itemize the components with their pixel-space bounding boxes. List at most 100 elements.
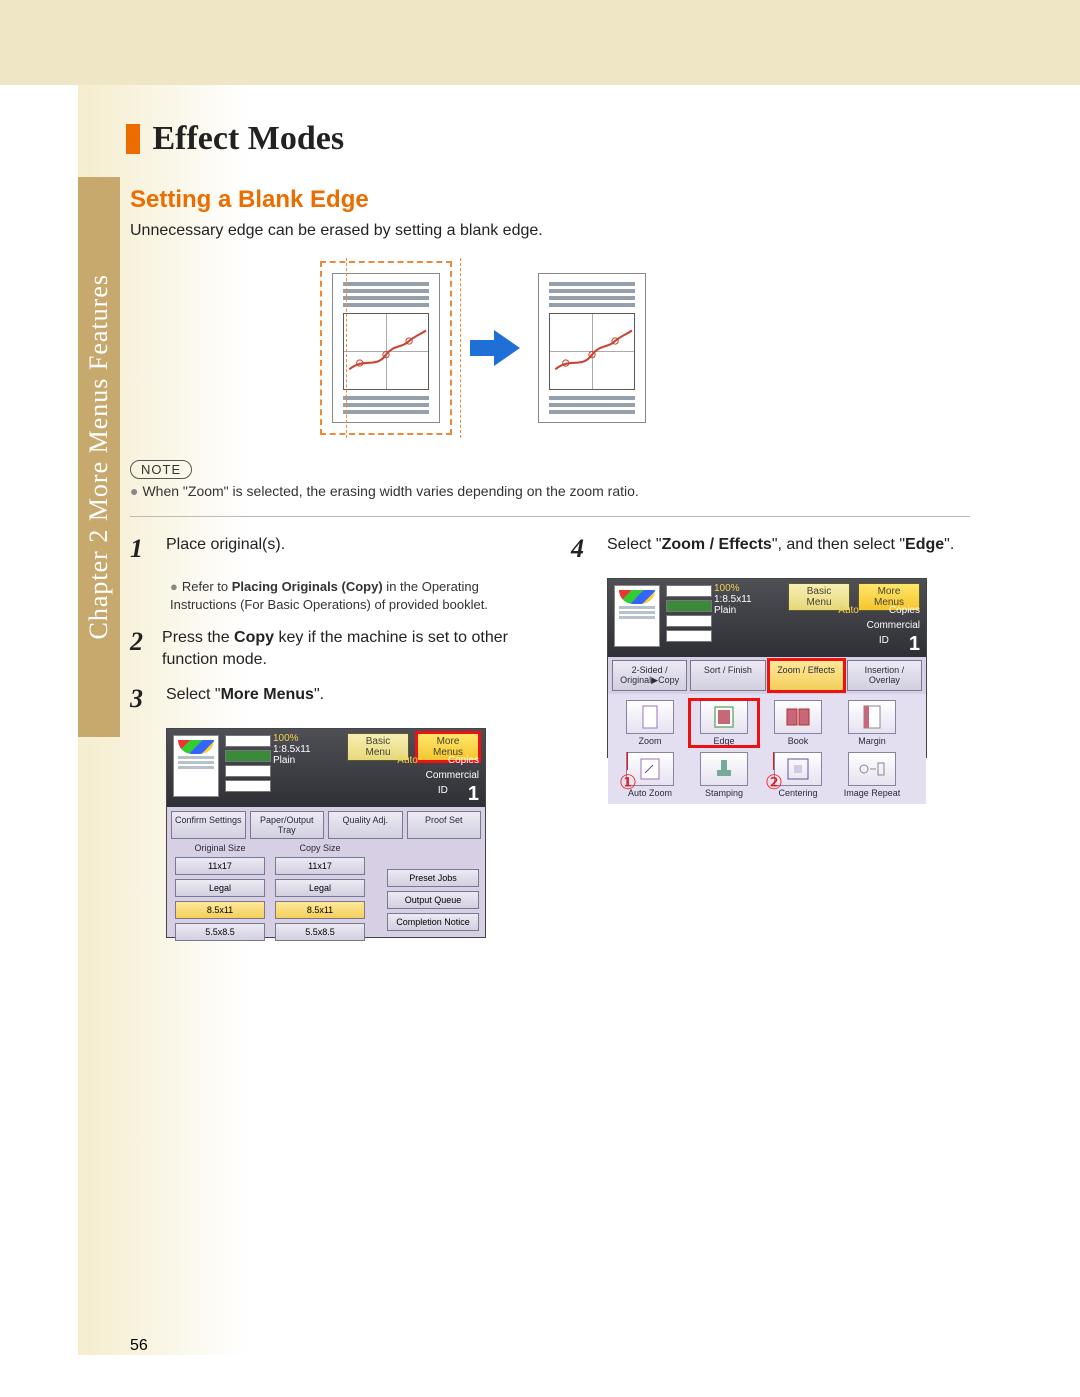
size-button-selected[interactable]: 8.5x11 (175, 901, 265, 919)
step-number: 3 (130, 684, 152, 714)
step-text: Select "More Menus". (166, 684, 324, 706)
step-text: Select "Zoom / Effects", and then select… (607, 534, 954, 556)
tab-sort-finish[interactable]: Sort / Finish (690, 660, 765, 691)
commercial-label: Commercial (426, 770, 479, 781)
id-label: ID (879, 635, 889, 656)
copies-count: 1 (909, 633, 920, 656)
book-label: Book (788, 736, 809, 746)
step3-bold: More Menus (221, 686, 314, 703)
before-doc-dashed (320, 261, 452, 435)
size-button[interactable]: 5.5x8.5 (175, 923, 265, 941)
subnote-prefix: Refer to (182, 579, 232, 594)
tab-zoom-effects[interactable]: Zoom / Effects (769, 660, 844, 691)
size-button-selected[interactable]: 8.5x11 (275, 901, 365, 919)
note-line: When "Zoom" is selected, the erasing wid… (142, 483, 638, 499)
edge-button[interactable] (700, 700, 748, 734)
book-button[interactable] (774, 700, 822, 734)
chapter-tab: Chapter 2 More Menus Features (78, 177, 120, 737)
step-1-subnote: ●Refer to Placing Originals (Copy) in th… (170, 578, 535, 613)
step-text: Place original(s). (166, 534, 285, 556)
before-doc (332, 273, 440, 423)
step-text: Press the Copy key if the machine is set… (162, 627, 535, 670)
original-size-label: Original Size (175, 843, 265, 853)
paper-output-tray-button[interactable]: Paper/Output Tray (250, 811, 325, 839)
column-icons (666, 585, 712, 651)
after-doc (538, 273, 646, 423)
step-3: 3 Select "More Menus". (130, 684, 535, 714)
book-icon (785, 707, 811, 727)
paper-size: 1:8.5x11 (714, 594, 752, 605)
output-queue-button[interactable]: Output Queue (387, 891, 479, 909)
step-1: 1 Place original(s). (130, 534, 535, 564)
section-subheading: Setting a Blank Edge (130, 186, 369, 214)
callout-1: ① (619, 770, 637, 795)
copies-count: 1 (468, 783, 479, 806)
size-button[interactable]: Legal (275, 879, 365, 897)
callouts: ① ② (607, 758, 976, 798)
step4-mid: ", and then select " (772, 536, 905, 553)
copies-label: Copies (448, 755, 479, 766)
step3-a: Select " (166, 686, 221, 703)
paper-label: 100% 1:8.5x11 Plain (714, 583, 752, 616)
step-number: 4 (571, 534, 593, 564)
margin-label: Margin (858, 736, 886, 746)
zoom-value: 100% (273, 733, 299, 744)
step4-b: ". (944, 536, 954, 553)
copies-label: Copies (889, 605, 920, 616)
size-button[interactable]: 11x17 (175, 857, 265, 875)
paper-size: 1:8.5x11 (273, 744, 311, 755)
callout-2: ② (765, 770, 783, 795)
screenshot-zoom-effects: 100% 1:8.5x11 Plain Basic Menu More Menu… (607, 578, 927, 758)
step4-bold1: Zoom / Effects (662, 536, 772, 553)
subnote-strong: Placing Originals (Copy) (232, 579, 383, 594)
step4-a: Select " (607, 536, 662, 553)
zoom-value: 100% (714, 583, 740, 594)
divider (130, 516, 970, 517)
size-button[interactable]: 11x17 (275, 857, 365, 875)
thumb-icon (614, 585, 660, 647)
margin-button[interactable] (848, 700, 896, 734)
guide-dash-icon (346, 258, 347, 438)
intro-text: Unnecessary edge can be erased by settin… (130, 222, 543, 240)
note-badge: NOTE (130, 460, 192, 479)
proof-set-button[interactable]: Proof Set (407, 811, 482, 839)
guide-dash-icon (460, 258, 461, 438)
chapter-tab-label: Chapter 2 More Menus Features (84, 274, 114, 639)
callout-line (773, 752, 774, 770)
zoom-label: Zoom (638, 736, 661, 746)
blank-edge-diagram (320, 255, 700, 440)
id-label: ID (438, 785, 448, 806)
callout-line (627, 752, 628, 770)
auto-label: Auto (838, 605, 859, 616)
size-button[interactable]: 5.5x8.5 (275, 923, 365, 941)
confirm-settings-button[interactable]: Confirm Settings (171, 811, 246, 839)
right-column: 4 Select "Zoom / Effects", and then sele… (571, 534, 976, 938)
step-number: 2 (130, 627, 148, 657)
step2-a: Press the (162, 629, 234, 646)
tab-insertion-overlay[interactable]: Insertion / Overlay (847, 660, 922, 691)
step-number: 1 (130, 534, 152, 564)
edge-label: Edge (713, 736, 734, 746)
page-number: 56 (130, 1337, 148, 1355)
note-text: ●When "Zoom" is selected, the erasing wi… (130, 483, 1020, 499)
left-column: 1 Place original(s). ●Refer to Placing O… (130, 534, 535, 938)
heading-accent (126, 124, 140, 154)
size-button[interactable]: Legal (175, 879, 265, 897)
quality-adj-button[interactable]: Quality Adj. (328, 811, 403, 839)
step-2: 2 Press the Copy key if the machine is s… (130, 627, 535, 670)
tab-2sided[interactable]: 2-Sided / Original▶Copy (612, 660, 687, 691)
commercial-label: Commercial (867, 620, 920, 631)
completion-notice-button[interactable]: Completion Notice (387, 913, 479, 931)
arrow-right-icon (470, 328, 520, 368)
page-title: Effect Modes (152, 120, 344, 157)
paper-type: Plain (714, 605, 736, 616)
thumb-icon (173, 735, 219, 797)
copy-size-label: Copy Size (275, 843, 365, 853)
preset-jobs-button[interactable]: Preset Jobs (387, 869, 479, 887)
step-4: 4 Select "Zoom / Effects", and then sele… (571, 534, 976, 564)
step2-bold: Copy (234, 629, 274, 646)
margin-icon (862, 705, 882, 729)
zoom-button[interactable] (626, 700, 674, 734)
page-icon (640, 705, 660, 729)
edge-icon (713, 705, 735, 729)
